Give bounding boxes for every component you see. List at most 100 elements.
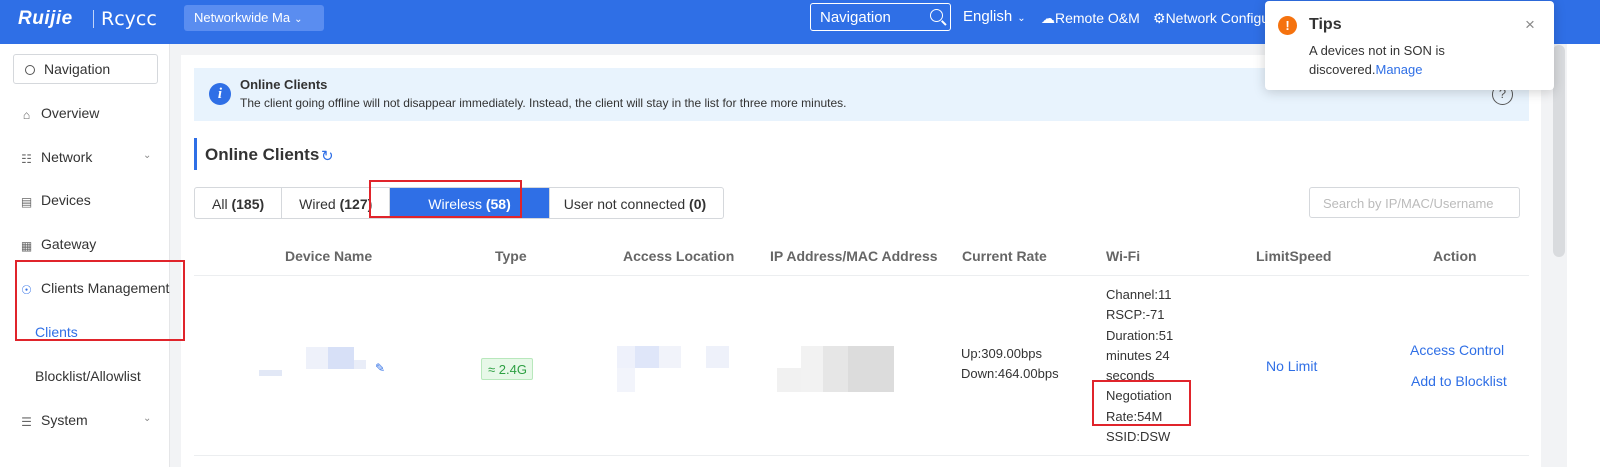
reyee-logo: Rcycc bbox=[101, 8, 157, 30]
sidebar-search-input[interactable]: Navigation bbox=[13, 54, 158, 84]
redacted-access-location bbox=[617, 346, 635, 368]
row-divider bbox=[194, 455, 1529, 456]
chevron-down-icon[interactable]: ⌄ bbox=[143, 413, 151, 424]
sidebar-search-value: Navigation bbox=[44, 61, 111, 77]
top-navigation-search[interactable]: Navigation bbox=[810, 3, 951, 31]
manage-link[interactable]: Manage bbox=[1375, 62, 1422, 77]
column-header-ip-mac: IP Address/MAC Address bbox=[770, 248, 938, 264]
network-config-label: Network Configu bbox=[1165, 10, 1270, 26]
sidebar-item-label: Overview bbox=[41, 105, 100, 121]
redacted-access-location bbox=[659, 346, 681, 368]
main-content: i Online Clients The client going offlin… bbox=[181, 55, 1541, 467]
logo-divider bbox=[93, 10, 94, 28]
chevron-down-icon: ⌄ bbox=[294, 14, 303, 25]
wifi-rscp: RSCP:-71 bbox=[1106, 307, 1165, 323]
sidebar-item-devices[interactable]: ▤ Devices bbox=[20, 192, 91, 209]
home-icon: ⌂ bbox=[22, 108, 31, 122]
search-icon[interactable] bbox=[930, 9, 943, 22]
sidebar-item-gateway[interactable]: ▦ Gateway bbox=[20, 236, 96, 253]
tab-user-not-connected[interactable]: User not connected (0) bbox=[550, 188, 723, 218]
language-selector[interactable]: English ⌄ bbox=[963, 8, 1026, 25]
column-header-action: Action bbox=[1433, 248, 1477, 264]
limit-speed-link[interactable]: No Limit bbox=[1266, 358, 1317, 374]
redacted-ip-mac bbox=[777, 368, 801, 392]
devices-icon: ▤ bbox=[20, 195, 33, 209]
network-selector[interactable]: Networkwide Ma ⌄ bbox=[184, 5, 324, 31]
redacted-device-name bbox=[306, 347, 328, 369]
network-icon: ☷ bbox=[21, 152, 32, 166]
sidebar-item-label: Gateway bbox=[41, 236, 97, 252]
column-header-type: Type bbox=[495, 248, 527, 264]
sidebar-item-network[interactable]: ☷ Network bbox=[20, 149, 92, 166]
redacted-device-name bbox=[328, 347, 354, 369]
info-icon: i bbox=[209, 83, 231, 105]
warning-icon: ! bbox=[1278, 16, 1297, 35]
section-accent-bar bbox=[194, 138, 197, 170]
page-title: Online Clients bbox=[205, 145, 320, 164]
column-header-current-rate: Current Rate bbox=[962, 248, 1047, 264]
remote-om-label: Remote O&M bbox=[1055, 10, 1140, 26]
sidebar-item-label: Devices bbox=[41, 192, 91, 208]
tab-label: All bbox=[212, 196, 228, 212]
sidebar-item-overview[interactable]: ⌂ Overview bbox=[20, 105, 99, 122]
wifi-duration: minutes 24 bbox=[1106, 347, 1170, 363]
wifi-ssid: SSID:DSW bbox=[1106, 429, 1171, 445]
network-config-icon: ⚙ bbox=[1153, 10, 1166, 26]
tab-count: (0) bbox=[689, 196, 707, 212]
scrollbar-thumb[interactable] bbox=[1553, 45, 1565, 257]
redacted-access-location bbox=[617, 368, 635, 392]
highlight-negotiation-rate bbox=[1092, 380, 1191, 426]
right-gutter bbox=[1567, 44, 1600, 467]
notification-message: A devices not in SON is discovered.Manag… bbox=[1309, 41, 1509, 79]
ruijie-logo[interactable]: Ruijie bbox=[18, 8, 73, 30]
banner-title: Online Clients bbox=[240, 77, 328, 92]
rate-up: Up:309.00bps bbox=[961, 346, 1042, 361]
gateway-icon: ▦ bbox=[20, 239, 33, 253]
top-search-value: Navigation bbox=[820, 9, 891, 26]
notification-title: Tips bbox=[1309, 16, 1342, 33]
remote-om-link[interactable]: ☁Remote O&M bbox=[1041, 10, 1140, 27]
band-label: 2.4G bbox=[498, 362, 527, 377]
sidebar: Navigation ⌂ Overview ☷ Network ⌄ ▤ Devices… bbox=[0, 44, 170, 467]
network-config-link[interactable]: ⚙Network Configu bbox=[1153, 10, 1269, 27]
wifi-channel: Channel:11 bbox=[1106, 287, 1172, 302]
chevron-down-icon[interactable]: ⌄ bbox=[143, 150, 151, 161]
column-header-access-location: Access Location bbox=[623, 248, 735, 264]
wifi-icon: ≈ bbox=[488, 362, 496, 377]
refresh-icon[interactable]: ↻ bbox=[321, 147, 334, 165]
tips-notification: ! Tips × A devices not in SON is discove… bbox=[1265, 1, 1554, 90]
sidebar-item-system[interactable]: ☰ System bbox=[20, 412, 88, 429]
redacted-device-name bbox=[259, 370, 282, 376]
sidebar-item-label: Network bbox=[41, 149, 93, 165]
rate-down: Down:464.00bps bbox=[961, 366, 1059, 381]
tab-label: User not connected bbox=[563, 196, 686, 212]
redacted-ip-mac bbox=[823, 346, 848, 392]
chevron-down-icon: ⌄ bbox=[1017, 13, 1026, 24]
access-control-link[interactable]: Access Control bbox=[1410, 342, 1504, 358]
highlight-wireless-tab bbox=[369, 180, 522, 218]
column-header-wifi: Wi-Fi bbox=[1106, 248, 1141, 264]
sidebar-item-label: System bbox=[41, 412, 88, 428]
add-to-blocklist-link[interactable]: Add to Blocklist bbox=[1411, 373, 1507, 389]
tab-count: (127) bbox=[339, 196, 373, 212]
client-search-input[interactable]: Search by IP/MAC/Username bbox=[1309, 187, 1520, 218]
redacted-ip-mac bbox=[848, 346, 894, 392]
header-divider bbox=[194, 275, 1529, 276]
tab-all[interactable]: All (185) bbox=[195, 188, 283, 218]
redacted-device-name bbox=[354, 360, 366, 369]
tab-label: Wired bbox=[299, 196, 336, 212]
search-icon bbox=[25, 65, 35, 75]
sidebar-subitem-blocklist[interactable]: Blocklist/Allowlist bbox=[35, 368, 141, 384]
cloud-icon: ☁ bbox=[1041, 10, 1055, 26]
column-header-limit-speed: LimitSpeed bbox=[1256, 248, 1332, 264]
tab-count: (185) bbox=[231, 196, 265, 212]
current-rate-cell: Up:309.00bps Down:464.00bps bbox=[961, 344, 1059, 384]
highlight-clients-management bbox=[15, 260, 185, 341]
edit-icon[interactable]: ✎ bbox=[375, 361, 385, 375]
close-icon[interactable]: × bbox=[1525, 15, 1535, 35]
redacted-access-location bbox=[635, 346, 659, 368]
redacted-access-location bbox=[706, 346, 729, 368]
sliders-icon: ☰ bbox=[21, 415, 32, 429]
banner-text: The client going offline will not disapp… bbox=[240, 96, 847, 110]
network-selector-label: Networkwide Ma bbox=[194, 10, 291, 25]
